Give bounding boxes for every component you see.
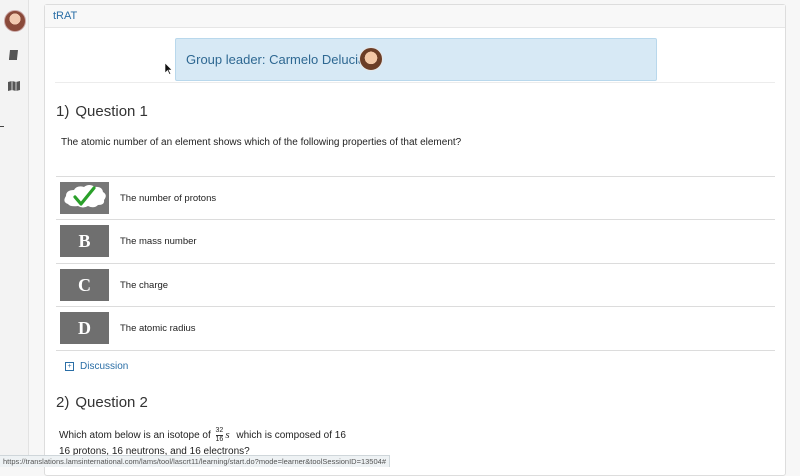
option-a-correct-badge [60,182,109,214]
option-c-letter: C [60,269,109,301]
question-2-heading: Question 2 [75,394,148,411]
discussion-toggle[interactable]: + Discussion [65,361,128,372]
option-b-letter: B [60,225,109,257]
option-d[interactable]: D The atomic radius [56,306,775,351]
question-1-title: 1) Question 1 [56,103,148,120]
isotope-atomic: 16 [215,436,224,443]
question-1-heading: Question 1 [75,103,148,120]
user-avatar[interactable] [4,10,26,32]
group-leader-avatar [359,47,383,71]
trat-panel: tRAT Group leader: Carmelo Delucia 1) Que… [44,4,786,476]
question-1-text: The atomic number of an element shows wh… [61,137,462,148]
notebook-icon[interactable] [7,48,21,62]
left-rail [0,0,29,466]
question-2-text: Which atom below is an isotope of 32 16 … [59,427,346,444]
panel-title: tRAT [53,10,78,22]
option-c[interactable]: C The charge [56,263,775,307]
expand-plus-icon: + [65,361,74,371]
option-d-label: The atomic radius [120,323,196,334]
option-a-label: The number of protons [120,193,217,204]
option-a[interactable]: The number of protons [56,176,775,220]
question-2-title: 2) Question 2 [56,394,148,411]
divider [55,82,775,83]
isotope-fraction: 32 16 [215,427,224,444]
group-leader-label: Group leader: Carmelo Delucia [186,52,366,67]
mouse-cursor-icon [165,63,173,75]
group-leader-banner: Group leader: Carmelo Delucia [175,38,657,81]
question-2-suffix: which is composed of 16 [236,430,346,442]
discussion-label: Discussion [80,361,129,372]
map-icon[interactable] [7,79,21,93]
panel-header: tRAT [45,5,785,28]
question-2-prefix: Which atom below is an isotope of [59,430,211,442]
question-2-number: 2) [56,394,70,411]
option-b-label: The mass number [120,236,197,247]
isotope-symbol: s [225,429,230,442]
option-c-label: The charge [120,280,169,291]
option-b[interactable]: B The mass number [56,219,775,263]
isotope-mass: 32 [215,427,224,434]
checkmark-cloud-icon [64,185,106,208]
option-d-letter: D [60,312,109,344]
status-bar-url: https://translations.lamsinternational.c… [0,455,390,467]
question-1-number: 1) [56,103,70,120]
rail-tick [0,126,4,127]
